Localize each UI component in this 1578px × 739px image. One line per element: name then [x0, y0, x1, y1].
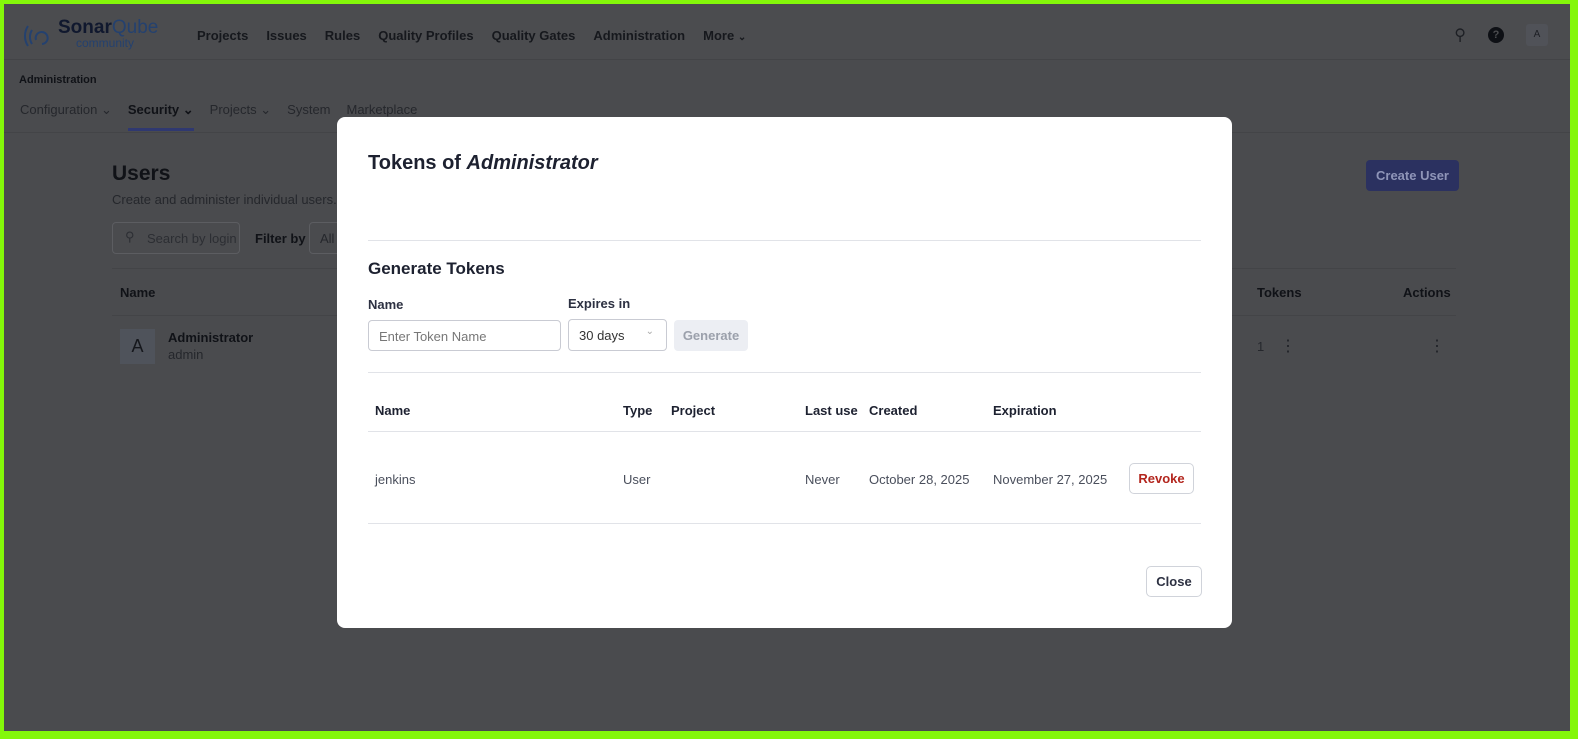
users-title: Users: [112, 162, 171, 185]
tab-label: Projects: [209, 102, 257, 117]
nav-more[interactable]: More ⌄: [703, 28, 746, 43]
token-name-input[interactable]: Enter Token Name: [368, 320, 561, 351]
search-placeholder: Search by login or name: [147, 231, 239, 246]
token-created: October 28, 2025: [869, 472, 970, 487]
col-tokens: Tokens: [1257, 285, 1302, 300]
logo-accent: Qube: [111, 17, 159, 38]
user-login: admin: [168, 347, 204, 362]
token-expiration: November 27, 2025: [993, 472, 1108, 487]
col-created: Created: [869, 403, 918, 418]
expires-value: 30 days: [579, 328, 625, 343]
main-nav: Projects Issues Rules Quality Profiles Q…: [197, 28, 746, 43]
update-tokens-icon[interactable]: ⋮: [1280, 336, 1296, 356]
nav-quality-gates[interactable]: Quality Gates: [492, 28, 576, 43]
col-type: Type: [623, 403, 653, 418]
revoke-button[interactable]: Revoke: [1129, 463, 1194, 494]
logo-text: Sonar: [58, 17, 112, 38]
nav-projects[interactable]: Projects: [197, 28, 248, 43]
nav-issues[interactable]: Issues: [266, 28, 306, 43]
actions-menu-icon[interactable]: ⋮: [1429, 336, 1445, 356]
expires-label: Expires in: [568, 296, 631, 311]
title-prefix: Tokens of: [368, 152, 467, 174]
divider: [368, 372, 1201, 373]
divider: [368, 431, 1201, 432]
user-avatar: A: [120, 329, 155, 364]
col-last-use: Last use: [805, 403, 858, 418]
col-name: Name: [120, 285, 156, 300]
nav-administration[interactable]: Administration: [593, 28, 685, 43]
tab-projects[interactable]: Projects ⌄: [210, 102, 271, 131]
users-description: Create and administer individual users.: [112, 192, 337, 207]
name-label: Name: [368, 297, 404, 312]
title-user: Administrator: [466, 152, 598, 174]
generate-heading: Generate Tokens: [368, 259, 505, 278]
page-title: Administration: [19, 74, 97, 86]
search-icon[interactable]: ⚲: [1454, 25, 1466, 45]
divider: [368, 240, 1201, 241]
user-tokens-count: 1: [1257, 339, 1265, 354]
expires-select[interactable]: 30 days ⌄: [568, 319, 667, 351]
tokens-modal: Tokens of Administrator Generate Tokens …: [337, 117, 1232, 628]
token-last-use: Never: [805, 472, 840, 487]
tab-label: Security: [127, 102, 180, 117]
top-navbar: SonarQube community Projects Issues Rules…: [4, 4, 1570, 60]
col-actions: Actions: [1403, 285, 1451, 300]
divider: [368, 523, 1201, 524]
nav-more-label: More: [703, 28, 735, 43]
tab-configuration[interactable]: Configuration ⌄: [20, 102, 112, 131]
help-icon[interactable]: ?: [1488, 27, 1504, 43]
close-button[interactable]: Close: [1146, 566, 1202, 597]
token-type: User: [623, 472, 651, 487]
logo-subtitle: community: [76, 36, 135, 50]
tab-security[interactable]: Security ⌄: [127, 102, 194, 131]
filter-label: Filter by: [255, 231, 306, 246]
create-user-button[interactable]: Create User: [1366, 160, 1459, 191]
search-input[interactable]: ⚲ Search by login or name: [112, 222, 240, 254]
avatar[interactable]: A: [1526, 24, 1548, 46]
user-name: Administrator: [168, 330, 254, 345]
col-project: Project: [671, 403, 716, 418]
chevron-down-icon: ⌄: [645, 326, 654, 337]
token-name: jenkins: [375, 472, 416, 487]
sonar-logo-icon: [23, 25, 49, 47]
sonarqube-logo[interactable]: SonarQube community: [22, 18, 158, 50]
modal-title: Tokens of Administrator: [368, 152, 598, 175]
col-token-name: Name: [375, 403, 411, 418]
tab-system[interactable]: System: [287, 102, 330, 131]
nav-rules[interactable]: Rules: [325, 28, 360, 43]
generate-button[interactable]: Generate: [674, 320, 748, 351]
tab-label: Configuration: [20, 102, 98, 117]
search-icon: ⚲: [125, 229, 135, 244]
nav-quality-profiles[interactable]: Quality Profiles: [378, 28, 473, 43]
chevron-down-icon: ⌄: [737, 32, 747, 43]
col-expiration: Expiration: [993, 403, 1057, 418]
